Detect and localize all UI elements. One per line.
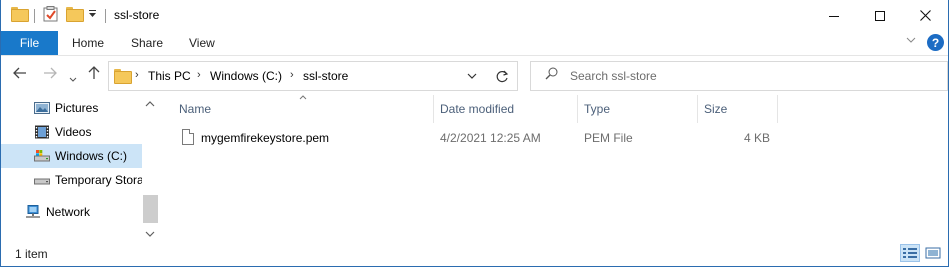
tab-view[interactable]: View <box>189 36 215 50</box>
properties-checkmark-icon[interactable] <box>43 6 58 22</box>
breadcrumb-this-pc[interactable]: This PC <box>148 69 191 83</box>
title-divider <box>105 9 106 23</box>
file-type: PEM File <box>584 131 633 145</box>
column-divider[interactable] <box>433 95 434 123</box>
breadcrumb-windows-c[interactable]: Windows (C:) <box>210 69 282 83</box>
breadcrumb-ssl-store[interactable]: ssl-store <box>303 69 348 83</box>
drive-icon <box>34 150 50 162</box>
address-history-chevron-icon[interactable] <box>467 72 477 83</box>
large-icons-view-icon <box>925 247 941 259</box>
refresh-button[interactable] <box>488 61 518 91</box>
window-title: ssl-store <box>114 8 160 22</box>
scroll-up-icon[interactable] <box>145 99 155 110</box>
breadcrumb-separator-icon: › <box>290 69 294 81</box>
minimize-button[interactable] <box>811 0 857 31</box>
folder-icon <box>114 69 132 84</box>
search-box[interactable]: Search ssl-store <box>530 61 948 91</box>
scrollbar-thumb[interactable] <box>143 195 158 223</box>
status-bar: 1 item <box>1 242 948 266</box>
sidebar-item-label: Videos <box>55 125 92 139</box>
file-name: mygemfirekeystore.pem <box>201 131 330 145</box>
sort-ascending-icon <box>299 92 307 103</box>
pictures-icon <box>34 102 50 114</box>
tab-share[interactable]: Share <box>131 36 163 50</box>
videos-icon <box>35 125 49 139</box>
breadcrumb-separator-icon: › <box>135 69 139 81</box>
explorer-window: ssl-store File Home Share View ? › This … <box>0 0 949 267</box>
back-arrow-icon[interactable] <box>13 66 27 83</box>
column-header-size[interactable]: Size <box>704 95 727 123</box>
address-bar[interactable]: › This PC › Windows (C:) › ssl-store <box>108 61 518 91</box>
close-button[interactable] <box>902 0 948 31</box>
sidebar-item-label: Pictures <box>55 101 99 115</box>
navigation-pane: Pictures Videos Windows (C:) Temporary S… <box>1 95 159 242</box>
maximize-button[interactable] <box>857 0 903 31</box>
table-row[interactable]: mygemfirekeystore.pem 4/2/2021 12:25 AM … <box>172 127 792 149</box>
maximize-icon <box>875 10 885 21</box>
column-divider[interactable] <box>577 95 578 123</box>
help-button[interactable]: ? <box>927 34 944 51</box>
column-divider[interactable] <box>777 95 778 123</box>
file-icon <box>182 129 194 145</box>
new-folder-icon[interactable] <box>66 7 84 22</box>
sidebar-item-temporary-storage[interactable]: Temporary Stora <box>1 168 142 192</box>
title-bar: ssl-store <box>1 0 948 31</box>
file-date-modified: 4/2/2021 12:25 AM <box>440 131 541 145</box>
search-icon <box>545 67 558 83</box>
minimize-icon <box>829 15 839 17</box>
column-header-name[interactable]: Name <box>179 95 211 123</box>
tab-file[interactable]: File <box>1 31 58 55</box>
recent-locations-chevron-icon[interactable] <box>69 70 77 87</box>
file-list: Name Date modified Type Size mygemfireke… <box>164 95 948 242</box>
navigation-bar: › This PC › Windows (C:) › ssl-store Sea… <box>1 55 948 95</box>
close-icon <box>919 10 931 21</box>
sidebar-item-windows-c[interactable]: Windows (C:) <box>1 144 142 168</box>
navigation-pane-scrollbar[interactable] <box>142 95 159 242</box>
drive-icon <box>34 178 50 185</box>
customize-dropdown-icon[interactable] <box>88 9 97 19</box>
network-icon <box>26 205 40 218</box>
up-arrow-icon[interactable] <box>88 66 100 84</box>
breadcrumb-separator-icon: › <box>197 69 201 81</box>
details-view-icon <box>903 248 917 258</box>
search-input[interactable]: Search ssl-store <box>570 69 657 83</box>
sidebar-item-network[interactable]: Network <box>1 200 142 224</box>
item-count: 1 item <box>15 247 48 261</box>
sidebar-item-label: Windows (C:) <box>55 149 128 163</box>
sidebar-item-pictures[interactable]: Pictures <box>1 96 142 120</box>
sidebar-item-label: Temporary Stora <box>55 173 142 187</box>
file-size: 4 KB <box>743 131 770 145</box>
sidebar-item-label: Network <box>46 205 91 219</box>
refresh-icon <box>496 70 509 82</box>
scroll-down-icon[interactable] <box>145 229 155 240</box>
forward-arrow-icon[interactable] <box>43 66 57 83</box>
column-header-date-modified[interactable]: Date modified <box>440 95 514 123</box>
expand-ribbon-chevron-icon[interactable] <box>906 35 916 47</box>
folder-icon <box>11 7 29 22</box>
tab-home[interactable]: Home <box>72 36 104 50</box>
details-view-button[interactable] <box>900 244 920 262</box>
column-divider[interactable] <box>697 95 698 123</box>
ribbon-tabs: File Home Share View ? <box>1 31 948 55</box>
quick-access-divider <box>34 9 35 23</box>
column-header-type[interactable]: Type <box>584 95 610 123</box>
sidebar-item-videos[interactable]: Videos <box>1 120 142 144</box>
large-icons-view-button[interactable] <box>923 244 943 262</box>
